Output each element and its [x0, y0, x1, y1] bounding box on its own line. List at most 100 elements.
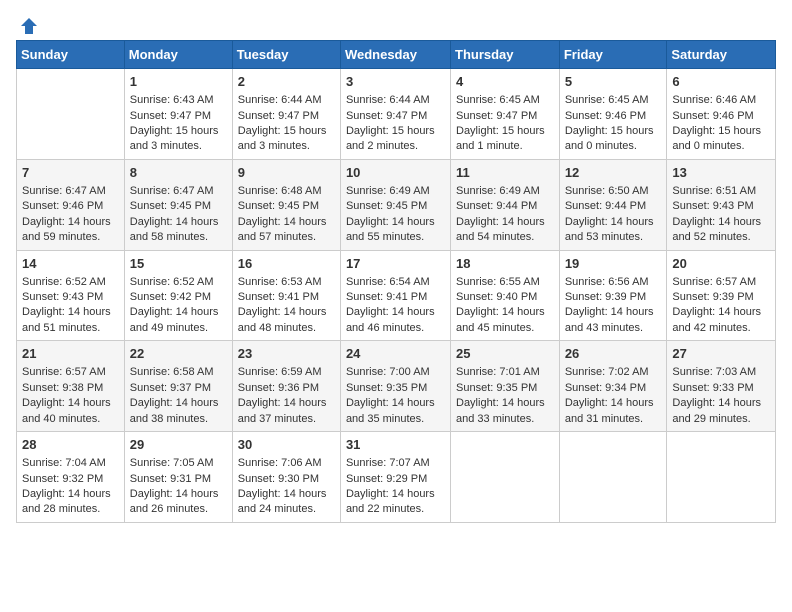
- cell-content: Sunrise: 6:44 AM Sunset: 9:47 PM Dayligh…: [238, 93, 335, 155]
- day-number: 23: [238, 345, 335, 363]
- logo: [16, 16, 39, 32]
- day-number: 5: [565, 73, 662, 91]
- cell-content: Sunrise: 7:07 AM Sunset: 9:29 PM Dayligh…: [346, 456, 445, 518]
- calendar-cell: 25 Sunrise: 7:01 AM Sunset: 9:35 PM Dayli…: [451, 341, 560, 432]
- calendar-cell: 18 Sunrise: 6:55 AM Sunset: 9:40 PM Dayli…: [451, 250, 560, 341]
- day-number: 24: [346, 345, 445, 363]
- calendar-header-row: SundayMondayTuesdayWednesdayThursdayFrid…: [17, 41, 776, 69]
- calendar-cell: [451, 432, 560, 523]
- week-row-1: 1Sunrise: 6:43 AM Sunset: 9:47 PM Daylig…: [17, 69, 776, 160]
- calendar-cell: 30 Sunrise: 7:06 AM Sunset: 9:30 PM Dayli…: [232, 432, 340, 523]
- cell-content: Sunrise: 6:45 AM Sunset: 9:46 PM Dayligh…: [565, 93, 662, 155]
- day-number: 12: [565, 164, 662, 182]
- calendar-cell: 26Sunrise: 7:02 AM Sunset: 9:34 PM Dayli…: [559, 341, 667, 432]
- cell-content: Sunrise: 7:03 AM Sunset: 9:33 PM Dayligh…: [672, 365, 770, 427]
- calendar-cell: [667, 432, 776, 523]
- calendar-cell: 29 Sunrise: 7:05 AM Sunset: 9:31 PM Dayli…: [124, 432, 232, 523]
- cell-content: Sunrise: 7:01 AM Sunset: 9:35 PM Dayligh…: [456, 365, 554, 427]
- calendar-cell: 3 Sunrise: 6:44 AM Sunset: 9:47 PM Daylig…: [340, 69, 450, 160]
- cell-content: Sunrise: 6:49 AM Sunset: 9:45 PM Dayligh…: [346, 184, 445, 246]
- cell-content: Sunrise: 6:56 AM Sunset: 9:39 PM Dayligh…: [565, 275, 662, 337]
- cell-content: Sunrise: 6:59 AM Sunset: 9:36 PM Dayligh…: [238, 365, 335, 427]
- day-number: 15: [130, 255, 227, 273]
- header-friday: Friday: [559, 41, 667, 69]
- week-row-5: 28 Sunrise: 7:04 AM Sunset: 9:32 PM Dayli…: [17, 432, 776, 523]
- calendar-cell: 21 Sunrise: 6:57 AM Sunset: 9:38 PM Dayli…: [17, 341, 125, 432]
- cell-content: Sunrise: 6:57 AM Sunset: 9:38 PM Dayligh…: [22, 365, 119, 427]
- cell-content: Sunrise: 6:44 AM Sunset: 9:47 PM Dayligh…: [346, 93, 445, 155]
- cell-content: Sunrise: 6:48 AM Sunset: 9:45 PM Dayligh…: [238, 184, 335, 246]
- calendar-cell: 17 Sunrise: 6:54 AM Sunset: 9:41 PM Dayli…: [340, 250, 450, 341]
- calendar-cell: 28 Sunrise: 7:04 AM Sunset: 9:32 PM Dayli…: [17, 432, 125, 523]
- calendar-cell: 13Sunrise: 6:51 AM Sunset: 9:43 PM Dayli…: [667, 159, 776, 250]
- day-number: 14: [22, 255, 119, 273]
- day-number: 7: [22, 164, 119, 182]
- calendar-cell: 16Sunrise: 6:53 AM Sunset: 9:41 PM Dayli…: [232, 250, 340, 341]
- day-number: 27: [672, 345, 770, 363]
- day-number: 31: [346, 436, 445, 454]
- week-row-4: 21 Sunrise: 6:57 AM Sunset: 9:38 PM Dayli…: [17, 341, 776, 432]
- header-thursday: Thursday: [451, 41, 560, 69]
- calendar-cell: 20 Sunrise: 6:57 AM Sunset: 9:39 PM Dayli…: [667, 250, 776, 341]
- day-number: 2: [238, 73, 335, 91]
- day-number: 20: [672, 255, 770, 273]
- cell-content: Sunrise: 6:46 AM Sunset: 9:46 PM Dayligh…: [672, 93, 770, 155]
- calendar-cell: 2 Sunrise: 6:44 AM Sunset: 9:47 PM Daylig…: [232, 69, 340, 160]
- cell-content: Sunrise: 7:04 AM Sunset: 9:32 PM Dayligh…: [22, 456, 119, 518]
- calendar-cell: 24 Sunrise: 7:00 AM Sunset: 9:35 PM Dayli…: [340, 341, 450, 432]
- calendar-cell: 11 Sunrise: 6:49 AM Sunset: 9:44 PM Dayli…: [451, 159, 560, 250]
- day-number: 16: [238, 255, 335, 273]
- day-number: 10: [346, 164, 445, 182]
- calendar-cell: [559, 432, 667, 523]
- calendar-cell: 10 Sunrise: 6:49 AM Sunset: 9:45 PM Dayli…: [340, 159, 450, 250]
- calendar-cell: 31 Sunrise: 7:07 AM Sunset: 9:29 PM Dayli…: [340, 432, 450, 523]
- cell-content: Sunrise: 6:52 AM Sunset: 9:43 PM Dayligh…: [22, 275, 119, 337]
- day-number: 1: [130, 73, 227, 91]
- day-number: 19: [565, 255, 662, 273]
- day-number: 17: [346, 255, 445, 273]
- day-number: 11: [456, 164, 554, 182]
- calendar-cell: 9 Sunrise: 6:48 AM Sunset: 9:45 PM Daylig…: [232, 159, 340, 250]
- cell-content: Sunrise: 6:57 AM Sunset: 9:39 PM Dayligh…: [672, 275, 770, 337]
- calendar-cell: 8 Sunrise: 6:47 AM Sunset: 9:45 PM Daylig…: [124, 159, 232, 250]
- cell-content: Sunrise: 7:05 AM Sunset: 9:31 PM Dayligh…: [130, 456, 227, 518]
- cell-content: Sunrise: 6:58 AM Sunset: 9:37 PM Dayligh…: [130, 365, 227, 427]
- week-row-3: 14 Sunrise: 6:52 AM Sunset: 9:43 PM Dayli…: [17, 250, 776, 341]
- header-tuesday: Tuesday: [232, 41, 340, 69]
- cell-content: Sunrise: 6:54 AM Sunset: 9:41 PM Dayligh…: [346, 275, 445, 337]
- calendar-cell: 14 Sunrise: 6:52 AM Sunset: 9:43 PM Dayli…: [17, 250, 125, 341]
- cell-content: Sunrise: 6:51 AM Sunset: 9:43 PM Dayligh…: [672, 184, 770, 246]
- day-number: 28: [22, 436, 119, 454]
- header-monday: Monday: [124, 41, 232, 69]
- cell-content: Sunrise: 6:52 AM Sunset: 9:42 PM Dayligh…: [130, 275, 227, 337]
- cell-content: Sunrise: 6:45 AM Sunset: 9:47 PM Dayligh…: [456, 93, 554, 155]
- logo-icon: [19, 16, 39, 36]
- calendar-cell: [17, 69, 125, 160]
- calendar-cell: 27 Sunrise: 7:03 AM Sunset: 9:33 PM Dayli…: [667, 341, 776, 432]
- cell-content: Sunrise: 7:00 AM Sunset: 9:35 PM Dayligh…: [346, 365, 445, 427]
- calendar-cell: 12 Sunrise: 6:50 AM Sunset: 9:44 PM Dayli…: [559, 159, 667, 250]
- calendar-cell: 6Sunrise: 6:46 AM Sunset: 9:46 PM Daylig…: [667, 69, 776, 160]
- cell-content: Sunrise: 6:50 AM Sunset: 9:44 PM Dayligh…: [565, 184, 662, 246]
- cell-content: Sunrise: 6:55 AM Sunset: 9:40 PM Dayligh…: [456, 275, 554, 337]
- cell-content: Sunrise: 6:49 AM Sunset: 9:44 PM Dayligh…: [456, 184, 554, 246]
- cell-content: Sunrise: 7:02 AM Sunset: 9:34 PM Dayligh…: [565, 365, 662, 427]
- day-number: 8: [130, 164, 227, 182]
- day-number: 30: [238, 436, 335, 454]
- calendar-cell: 15 Sunrise: 6:52 AM Sunset: 9:42 PM Dayli…: [124, 250, 232, 341]
- header-sunday: Sunday: [17, 41, 125, 69]
- day-number: 4: [456, 73, 554, 91]
- calendar-cell: 1Sunrise: 6:43 AM Sunset: 9:47 PM Daylig…: [124, 69, 232, 160]
- day-number: 29: [130, 436, 227, 454]
- cell-content: Sunrise: 6:47 AM Sunset: 9:46 PM Dayligh…: [22, 184, 119, 246]
- cell-content: Sunrise: 7:06 AM Sunset: 9:30 PM Dayligh…: [238, 456, 335, 518]
- day-number: 18: [456, 255, 554, 273]
- day-number: 25: [456, 345, 554, 363]
- cell-content: Sunrise: 6:47 AM Sunset: 9:45 PM Dayligh…: [130, 184, 227, 246]
- day-number: 21: [22, 345, 119, 363]
- calendar-cell: 5 Sunrise: 6:45 AM Sunset: 9:46 PM Daylig…: [559, 69, 667, 160]
- header-wednesday: Wednesday: [340, 41, 450, 69]
- calendar-cell: 23 Sunrise: 6:59 AM Sunset: 9:36 PM Dayli…: [232, 341, 340, 432]
- day-number: 9: [238, 164, 335, 182]
- day-number: 3: [346, 73, 445, 91]
